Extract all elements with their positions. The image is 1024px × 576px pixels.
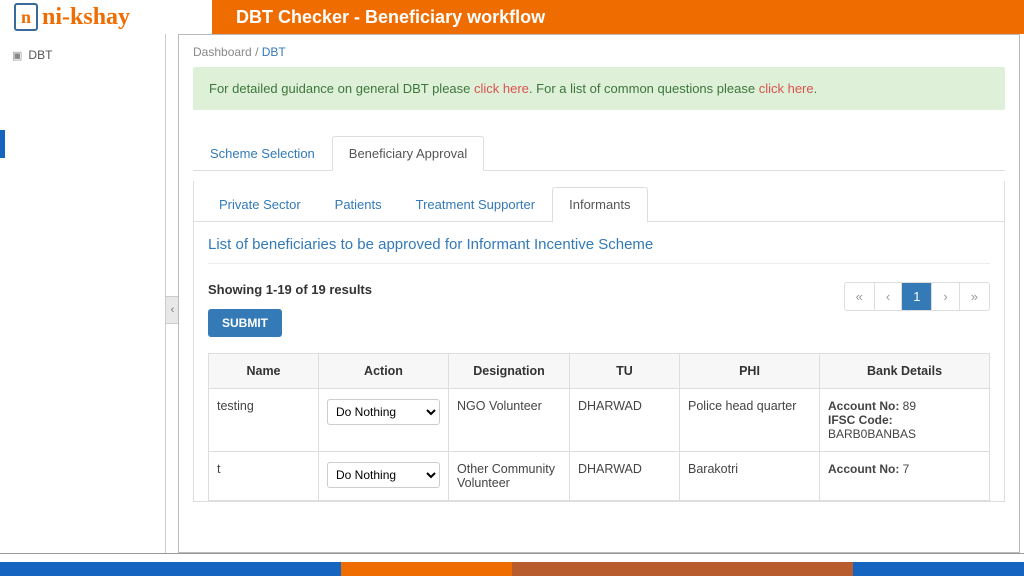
dbt-icon: ▣ (12, 49, 22, 62)
action-select[interactable]: Do Nothing (327, 462, 440, 488)
th-phi: PHI (680, 354, 820, 389)
th-tu: TU (570, 354, 680, 389)
submit-button[interactable]: SUBMIT (208, 309, 282, 337)
cell-designation: NGO Volunteer (449, 389, 570, 452)
results-summary: Showing 1-19 of 19 results (208, 282, 372, 297)
sidebar: ▣ DBT (0, 34, 166, 553)
list-title: List of beneficiaries to be approved for… (208, 236, 990, 264)
th-name: Name (209, 354, 319, 389)
cell-bank: Account No: 89 IFSC Code: BARB0BANBAS (820, 389, 990, 452)
cell-name: t (209, 452, 319, 501)
th-action: Action (319, 354, 449, 389)
pagination: « ‹ 1 › » (844, 282, 990, 311)
beneficiary-table: Name Action Designation TU PHI Bank Deta… (208, 353, 990, 501)
faq-link[interactable]: click here (759, 81, 814, 96)
sidebar-item-label: DBT (28, 48, 52, 62)
pager-next[interactable]: › (931, 283, 958, 310)
pager-prev[interactable]: ‹ (874, 283, 901, 310)
info-notice: For detailed guidance on general DBT ple… (193, 67, 1005, 110)
pager-first[interactable]: « (845, 283, 874, 310)
tab-scheme-selection[interactable]: Scheme Selection (193, 136, 332, 170)
page-title: DBT Checker - Beneficiary workflow (236, 7, 545, 28)
sidebar-item-dbt[interactable]: ▣ DBT (0, 42, 165, 68)
action-select[interactable]: Do Nothing (327, 399, 440, 425)
cell-phi: Barakotri (680, 452, 820, 501)
subtab-private-sector[interactable]: Private Sector (202, 187, 318, 221)
subtab-patients[interactable]: Patients (318, 187, 399, 221)
breadcrumb-current: DBT (262, 45, 286, 59)
cell-phi: Police head quarter (680, 389, 820, 452)
logo-icon (14, 3, 38, 31)
subtab-treatment-supporter[interactable]: Treatment Supporter (399, 187, 552, 221)
table-row: testing Do Nothing NGO Volunteer DHARWAD… (209, 389, 990, 452)
logo-area: ni-kshay (0, 0, 212, 34)
guidance-link[interactable]: click here (474, 81, 529, 96)
cell-name: testing (209, 389, 319, 452)
th-bank: Bank Details (820, 354, 990, 389)
primary-tabs: Scheme Selection Beneficiary Approval (193, 136, 1005, 171)
subtab-informants[interactable]: Informants (552, 187, 647, 222)
table-row: t Do Nothing Other Community Volunteer D… (209, 452, 990, 501)
cell-designation: Other Community Volunteer (449, 452, 570, 501)
secondary-tabs: Private Sector Patients Treatment Suppor… (194, 181, 1004, 222)
breadcrumb: Dashboard / DBT (193, 35, 1005, 67)
page-title-bar: DBT Checker - Beneficiary workflow (212, 0, 1024, 34)
logo-text: ni-kshay (42, 4, 130, 31)
pager-current[interactable]: 1 (901, 283, 931, 310)
pager-last[interactable]: » (959, 283, 989, 310)
th-designation: Designation (449, 354, 570, 389)
breadcrumb-root[interactable]: Dashboard (193, 45, 252, 59)
cell-tu: DHARWAD (570, 389, 680, 452)
cell-action: Do Nothing (319, 452, 449, 501)
footer-stripes (0, 562, 1024, 576)
cell-bank: Account No: 7 (820, 452, 990, 501)
sidebar-accent (0, 130, 5, 158)
cell-tu: DHARWAD (570, 452, 680, 501)
cell-action: Do Nothing (319, 389, 449, 452)
tab-beneficiary-approval[interactable]: Beneficiary Approval (332, 136, 485, 171)
